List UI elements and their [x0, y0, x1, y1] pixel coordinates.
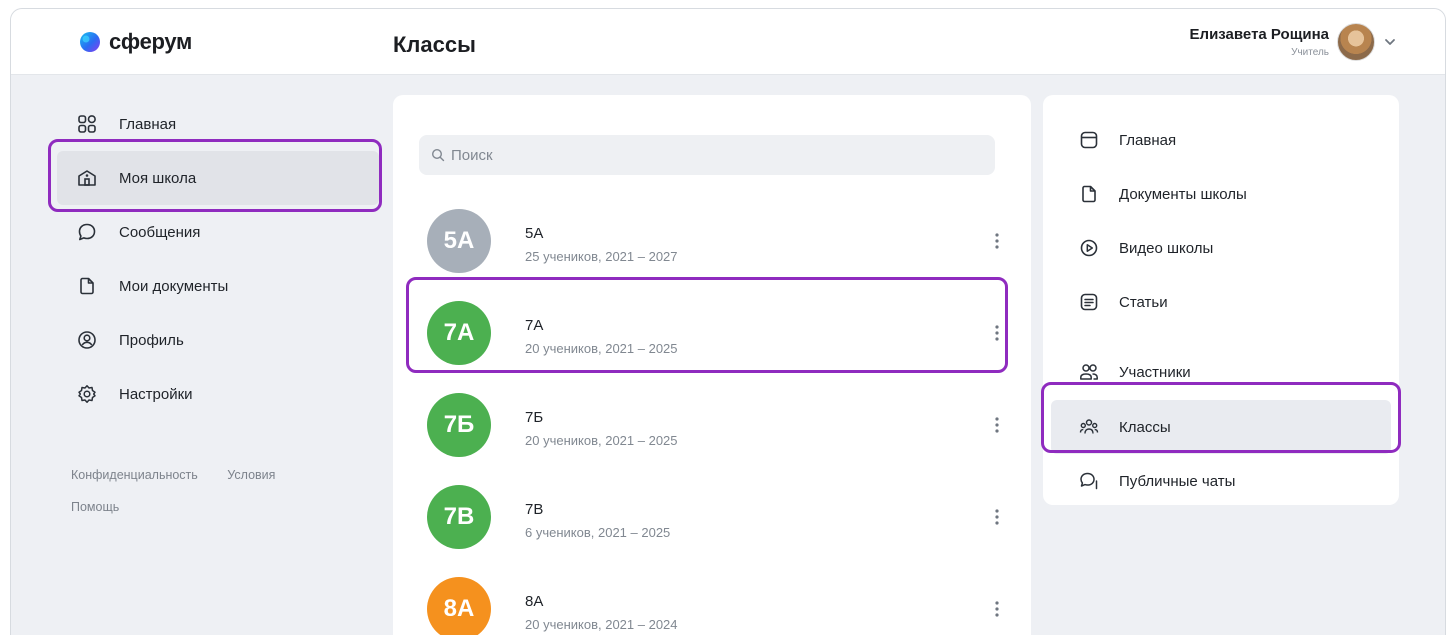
school-menu-label: Участники: [1119, 363, 1191, 381]
logo[interactable]: сферум: [79, 29, 192, 55]
school-menu-label: Публичные чаты: [1119, 472, 1236, 490]
class-row[interactable]: 7Б 7Б 20 учеников, 2021 – 2025: [393, 379, 1031, 471]
public-chat-icon: [1080, 472, 1098, 490]
more-options-icon[interactable]: [995, 416, 999, 434]
school-menu-item-school-documents[interactable]: Документы школы: [1043, 167, 1399, 221]
class-name: 5А: [525, 225, 544, 242]
user-name: Елизавета Рощина: [1189, 26, 1329, 43]
terms-link[interactable]: Условия: [227, 468, 275, 482]
user-menu[interactable]: Елизавета Рощина Учитель: [1190, 23, 1397, 61]
more-options-icon[interactable]: [995, 324, 999, 342]
class-row[interactable]: 7В 7В 6 учеников, 2021 – 2025: [393, 471, 1031, 563]
app-window: сферум Классы Елизавета Рощина Учитель Г…: [10, 8, 1446, 635]
sidebar-item-home[interactable]: Главная: [49, 97, 379, 151]
document-icon: [1082, 185, 1096, 203]
sidebar-item-label: Моя школа: [119, 169, 197, 187]
article-icon: [1080, 293, 1098, 311]
grid-icon: [78, 115, 96, 133]
class-details: 25 учеников, 2021 – 2027: [525, 249, 678, 264]
class-details: 20 учеников, 2021 – 2025: [525, 433, 678, 448]
avatar[interactable]: [1337, 23, 1375, 61]
class-avatar: 7Б: [427, 393, 491, 457]
class-details: 6 учеников, 2021 – 2025: [525, 525, 671, 540]
sidebar-item-label: Мои документы: [119, 277, 229, 295]
class-name: 8А: [525, 593, 544, 610]
school-menu-item-home[interactable]: Главная: [1043, 113, 1399, 167]
school-menu-item-participants[interactable]: Участники: [1043, 345, 1399, 399]
class-avatar: 7А: [427, 301, 491, 365]
user-role: Учитель: [1291, 47, 1329, 58]
chevron-down-icon[interactable]: [1383, 35, 1397, 49]
search-input[interactable]: [451, 146, 971, 164]
class-details: 20 учеников, 2021 – 2025: [525, 341, 678, 356]
top-header: сферум Классы Елизавета Рощина Учитель: [11, 9, 1445, 75]
school-menu-panel: Главная Документы школы Видео школы Стат…: [1043, 95, 1399, 505]
more-options-icon[interactable]: [995, 600, 999, 618]
chat-bubble-icon: [78, 223, 96, 241]
privacy-link[interactable]: Конфиденциальность: [71, 468, 198, 482]
sidebar-item-settings[interactable]: Настройки: [49, 367, 379, 421]
sidebar-item-messages[interactable]: Сообщения: [49, 205, 379, 259]
page-title: Классы: [393, 32, 476, 57]
sidebar: Главная Моя школа Сообщения Мои документ…: [49, 97, 379, 421]
class-avatar: 8А: [427, 577, 491, 635]
document-icon: [80, 277, 94, 295]
class-details: 20 учеников, 2021 – 2024: [525, 617, 678, 632]
class-name: 7А: [525, 317, 544, 334]
more-options-icon[interactable]: [995, 508, 999, 526]
class-avatar: 7В: [427, 485, 491, 549]
sidebar-item-profile[interactable]: Профиль: [49, 313, 379, 367]
classes-icon: [1079, 419, 1099, 434]
sferum-logo-icon: [80, 32, 100, 52]
class-row[interactable]: 8А 8А 20 учеников, 2021 – 2024: [393, 563, 1031, 635]
school-menu-label: Видео школы: [1119, 239, 1214, 257]
sidebar-item-label: Настройки: [119, 385, 193, 403]
school-menu-label: Классы: [1119, 418, 1171, 436]
logo-text: сферум: [109, 29, 192, 54]
school-icon: [78, 170, 96, 186]
class-list-panel: 5А 5А 25 учеников, 2021 – 2027 7А 7А 20 …: [393, 95, 1031, 635]
school-menu-label: Документы школы: [1119, 185, 1247, 203]
school-menu-label: Главная: [1119, 131, 1177, 149]
sidebar-item-label: Профиль: [119, 331, 184, 349]
help-link[interactable]: Помощь: [71, 500, 119, 514]
home-card-icon: [1080, 131, 1098, 149]
class-avatar: 5А: [427, 209, 491, 273]
class-name: 7Б: [525, 409, 544, 426]
people-icon: [1080, 364, 1098, 380]
search-icon: [431, 148, 445, 162]
school-menu-item-public-chats[interactable]: Публичные чаты: [1043, 454, 1399, 508]
sidebar-item-label: Главная: [119, 115, 177, 133]
play-icon: [1080, 239, 1098, 257]
more-options-icon[interactable]: [995, 232, 999, 250]
search-box[interactable]: [419, 135, 995, 175]
school-menu-item-classes[interactable]: Классы: [1051, 400, 1391, 454]
class-row[interactable]: 7А 7А 20 учеников, 2021 – 2025: [393, 287, 1031, 379]
sidebar-item-label: Сообщения: [119, 223, 201, 241]
class-row[interactable]: 5А 5А 25 учеников, 2021 – 2027: [393, 195, 1031, 287]
school-menu-item-articles[interactable]: Статьи: [1043, 275, 1399, 329]
footer-links: Конфиденциальность Условия Помощь: [71, 459, 301, 523]
school-menu-item-school-video[interactable]: Видео школы: [1043, 221, 1399, 275]
class-name: 7В: [525, 501, 544, 518]
user-info: Елизавета Рощина Учитель: [1190, 26, 1329, 58]
school-menu-label: Статьи: [1119, 293, 1168, 311]
gear-icon: [78, 385, 96, 403]
sidebar-item-my-documents[interactable]: Мои документы: [49, 259, 379, 313]
sidebar-item-my-school[interactable]: Моя школа: [57, 151, 379, 205]
profile-icon: [78, 331, 96, 349]
